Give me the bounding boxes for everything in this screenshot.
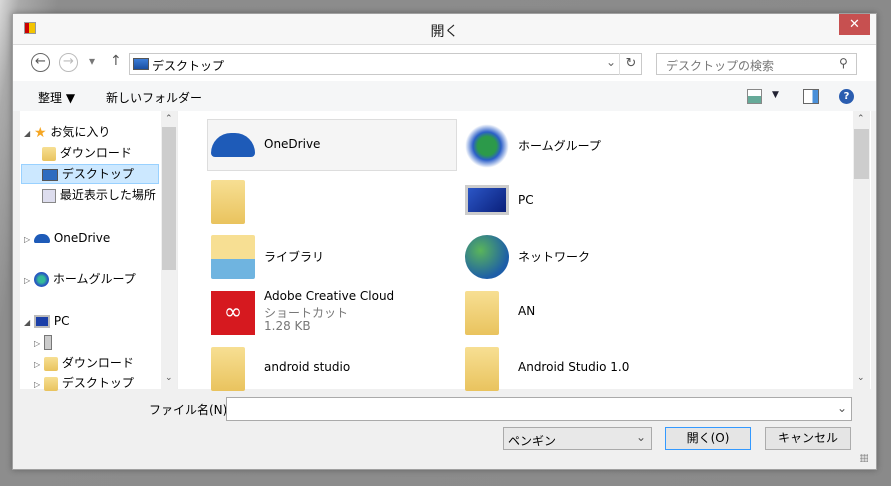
desktop-icon (42, 168, 58, 181)
tree-item-downloads[interactable]: ダウンロード (42, 143, 132, 163)
tree-item-drive[interactable]: ▷ (34, 332, 52, 352)
new-folder-button[interactable]: 新しいフォルダー (106, 89, 202, 106)
preview-pane-icon[interactable] (803, 89, 819, 104)
nav-scrollbar[interactable]: ⌃ ⌄ (161, 111, 177, 389)
onedrive-icon (211, 133, 255, 157)
homegroup-icon (34, 272, 49, 287)
search-input[interactable]: デスクトップの検索 (666, 57, 774, 74)
resize-grip[interactable] (860, 454, 868, 462)
address-text: デスクトップ (152, 59, 225, 73)
download-folder-icon (42, 146, 56, 161)
recent-places-icon (42, 188, 56, 203)
back-button[interactable]: ← (31, 53, 50, 72)
item-user-folder[interactable] (207, 175, 457, 227)
navigation-pane: ◢ ★ お気に入り ダウンロード デスクトップ 最近表示した場所 ▷ OneDri… (20, 111, 177, 391)
item-library[interactable]: ライブラリ (207, 230, 457, 282)
title-bar: 開く ✕ (13, 14, 876, 44)
item-onedrive[interactable]: OneDrive (207, 119, 457, 171)
scrollbar-thumb[interactable] (854, 129, 869, 179)
recent-locations-button[interactable]: ▾ (89, 54, 95, 68)
library-icon (211, 235, 255, 279)
filename-input[interactable]: ⌄ (226, 397, 852, 421)
tree-item-favorites[interactable]: ◢ ★ お気に入り (24, 122, 110, 142)
filename-label: ファイル名(N): (149, 403, 232, 417)
help-icon[interactable]: ? (839, 89, 854, 104)
drive-icon (44, 335, 52, 350)
item-adobe-creative-cloud[interactable]: ∞ Adobe Creative Cloud ショートカット 1.28 KB (207, 286, 457, 338)
desktop-folder-icon (44, 376, 58, 391)
item-android-studio[interactable]: android studio (207, 342, 457, 394)
item-pc[interactable]: PC (461, 175, 711, 227)
network-icon (465, 235, 509, 279)
pc-icon (465, 185, 509, 215)
organize-menu[interactable]: 整理 ▼ (38, 89, 75, 106)
navigation-bar: ← → ▾ ↑ デスクトップ ⌄ ↻ デスクトップの検索 ⚲ (13, 44, 876, 81)
desktop-icon (133, 58, 149, 70)
search-box[interactable]: デスクトップの検索 ⚲ (656, 53, 857, 75)
view-dropdown[interactable]: ▼ (772, 90, 779, 100)
item-an[interactable]: AN (461, 286, 711, 338)
tree-item-pc-desktop[interactable]: ▷ デスクトップ (34, 373, 134, 393)
close-button[interactable]: ✕ (839, 14, 870, 35)
view-options-icon[interactable] (747, 89, 762, 104)
open-button[interactable]: 開く(O) (665, 427, 751, 450)
tree-item-onedrive[interactable]: ▷ OneDrive (24, 228, 110, 248)
user-folder-icon (211, 180, 245, 224)
tree-item-desktop[interactable]: デスクトップ (42, 164, 134, 184)
folder-icon (211, 347, 245, 391)
file-type-select[interactable]: ペンギン ⌄ (503, 427, 652, 450)
scrollbar-thumb[interactable] (162, 127, 176, 270)
onedrive-icon (34, 234, 50, 243)
search-icon[interactable]: ⚲ (839, 56, 848, 70)
open-file-dialog: 開く ✕ ← → ▾ ↑ デスクトップ ⌄ ↻ デスクトップの検索 ⚲ 整理 ▼… (12, 13, 877, 470)
filename-dropdown-icon[interactable]: ⌄ (837, 401, 847, 415)
address-dropdown[interactable]: ⌄ (606, 55, 616, 69)
file-list: OneDrive ホームグループ PC ライブラリ ネットワーク ∞ Adobe … (177, 111, 871, 391)
tree-item-pc[interactable]: ◢ PC (24, 311, 69, 331)
window-title: 開く (430, 24, 459, 40)
folder-icon (465, 347, 499, 391)
scroll-up-arrow[interactable]: ⌃ (165, 114, 173, 124)
adobe-cc-icon: ∞ (211, 291, 255, 335)
tree-item-homegroup[interactable]: ▷ ホームグループ (24, 269, 136, 289)
tree-item-recent-places[interactable]: 最近表示した場所 (42, 185, 156, 205)
chevron-down-icon: ⌄ (636, 430, 647, 444)
forward-button[interactable]: → (59, 53, 78, 72)
item-android-studio-1-0[interactable]: Android Studio 1.0 (461, 342, 711, 394)
refresh-button[interactable]: ↻ (619, 53, 642, 75)
scroll-down-arrow[interactable]: ⌄ (857, 373, 865, 383)
command-bar: 整理 ▼ 新しいフォルダー ▼ ? (13, 81, 876, 111)
pc-icon (34, 315, 50, 328)
item-network[interactable]: ネットワーク (461, 230, 711, 282)
download-folder-icon (44, 356, 58, 371)
scroll-up-arrow[interactable]: ⌃ (857, 114, 865, 124)
cancel-button[interactable]: キャンセル (765, 427, 851, 450)
content-scrollbar[interactable]: ⌃ ⌄ (853, 111, 870, 389)
up-button[interactable]: ↑ (110, 53, 122, 69)
star-icon: ★ (34, 124, 47, 141)
address-bar[interactable]: デスクトップ ⌄ ↻ (129, 53, 642, 75)
homegroup-icon (465, 124, 509, 168)
scroll-down-arrow[interactable]: ⌄ (165, 373, 173, 383)
item-homegroup[interactable]: ホームグループ (461, 119, 711, 171)
folder-icon (465, 291, 499, 335)
tree-item-pc-downloads[interactable]: ▷ ダウンロード (34, 353, 134, 373)
